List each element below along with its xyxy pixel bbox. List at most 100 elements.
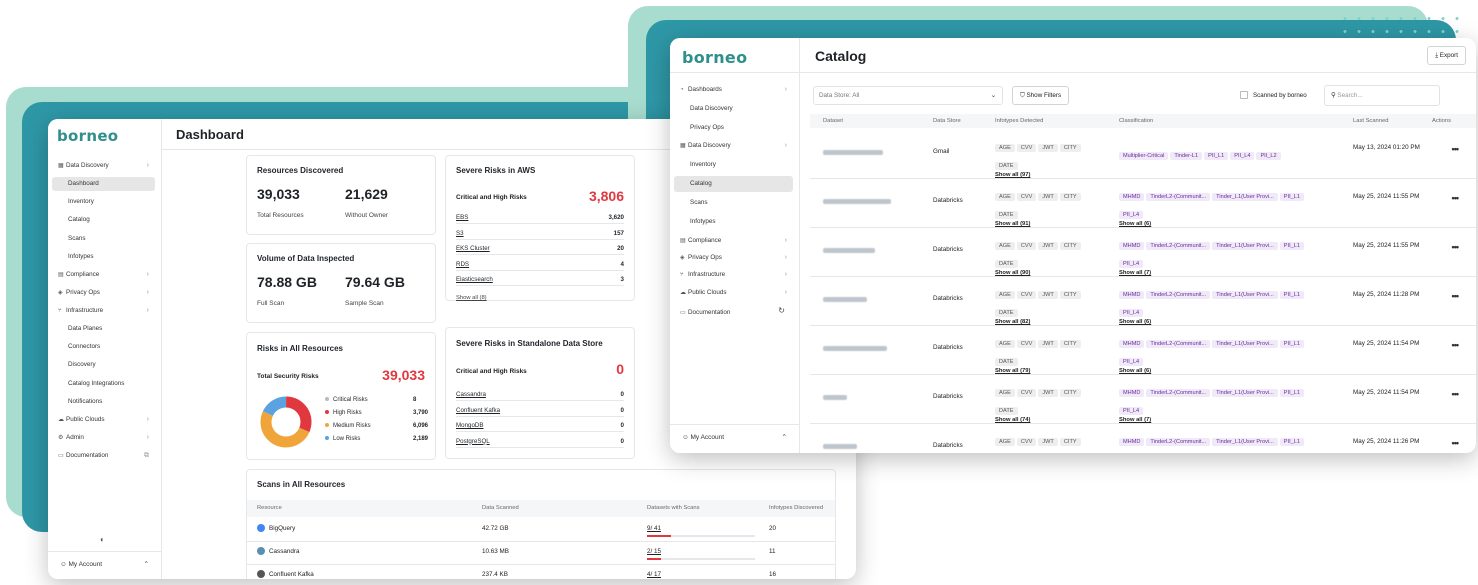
theme-toggle-icon[interactable]: ◐ <box>100 535 105 544</box>
row-actions-icon[interactable]: ••• <box>1452 438 1460 448</box>
show-filters-button[interactable]: ⛉ Show Filters <box>1012 86 1070 105</box>
list-item[interactable]: Confluent Kafka 0 <box>456 405 624 417</box>
borneo-logo[interactable]: borneo <box>682 48 747 67</box>
sidebar-item-infotypes[interactable]: Infotypes <box>52 250 155 264</box>
search-placeholder: Search... <box>1337 92 1363 99</box>
my-account-button[interactable]: ☺ My Account ⌃ <box>676 430 793 446</box>
sidebar-item-documentation[interactable]: ▭ Documentation <box>674 305 793 321</box>
full-scan-label: Full Scan <box>257 300 285 307</box>
sidebar-item-public-clouds[interactable]: ☁ Public Clouds › <box>674 285 793 301</box>
show-all-link[interactable]: Show all (8) <box>456 295 487 301</box>
clipboard-icon: ▤ <box>58 272 64 278</box>
dataset-name-redacted[interactable] <box>823 395 847 400</box>
dataset-name-redacted[interactable] <box>823 346 887 351</box>
doc-icon: ▭ <box>680 310 686 316</box>
sidebar-item-inventory[interactable]: Inventory <box>674 157 793 173</box>
sidebar-item-privacy-ops[interactable]: Privacy Ops <box>674 120 793 136</box>
list-item[interactable]: S3 157 <box>456 228 624 240</box>
sidebar-item-admin[interactable]: ⚙ Admin › <box>52 431 155 445</box>
list-item[interactable]: Elasticsearch 3 <box>456 274 624 286</box>
column-header: Infotypes Detected <box>995 118 1044 124</box>
sidebar-item-privacy-ops[interactable]: ◈ Privacy Ops › <box>52 286 155 300</box>
sidebar-item-scans[interactable]: Scans <box>674 195 793 211</box>
resource-link[interactable]: Elasticsearch <box>456 276 493 283</box>
search-input[interactable]: ⚲ Search... <box>1324 85 1440 106</box>
column-header: Infotypes Discovered <box>769 505 824 511</box>
list-item[interactable]: Cassandra 0 <box>456 389 624 401</box>
list-item[interactable]: PostgreSQL 0 <box>456 436 624 448</box>
list-item[interactable]: EKS Cluster 20 <box>456 243 624 255</box>
sidebar-item-label: Inventory <box>68 198 94 205</box>
risk-count: 0 <box>620 437 624 445</box>
sidebar-item-label: Notifications <box>68 398 103 405</box>
row-actions-icon[interactable]: ••• <box>1452 144 1460 154</box>
sidebar-item-documentation[interactable]: ▭ Documentation ⧉ <box>52 449 155 463</box>
dataset-name-redacted[interactable] <box>823 199 891 204</box>
sidebar-item-catalog-integrations[interactable]: Catalog Integrations <box>52 377 155 391</box>
data-scanned: 10.63 MB <box>482 548 509 555</box>
sidebar-item-label: Documentation <box>688 309 731 316</box>
branch-icon: ⑂ <box>58 308 62 314</box>
sidebar-item-label: Catalog <box>690 180 712 187</box>
sidebar-item-data-discovery[interactable]: Data Discovery <box>674 101 793 117</box>
datasets-with-scans[interactable]: 9/ 41 <box>647 525 661 532</box>
datasets-with-scans[interactable]: 4/ 17 <box>647 571 661 578</box>
sidebar-item-scans[interactable]: Scans <box>52 232 155 246</box>
legend-value: 8 <box>413 397 417 403</box>
resource-link[interactable]: Confluent Kafka <box>456 407 500 414</box>
list-item[interactable]: RDS 4 <box>456 259 624 271</box>
dataset-name-redacted[interactable] <box>823 297 867 302</box>
classification-tag: MHMD <box>1119 340 1145 348</box>
export-button[interactable]: ⤓ Export <box>1427 46 1466 65</box>
resource-link[interactable]: Cassandra <box>456 391 486 398</box>
infotype-tag: DATE <box>995 358 1018 366</box>
sidebar-item-notifications[interactable]: Notifications <box>52 395 155 409</box>
row-actions-icon[interactable]: ••• <box>1452 340 1460 350</box>
sidebar-item-infotypes[interactable]: Infotypes <box>674 214 793 230</box>
sidebar-item-discovery[interactable]: Discovery <box>52 358 155 372</box>
row-actions-icon[interactable]: ••• <box>1452 242 1460 252</box>
chevron-up-icon: ⌃ <box>143 561 149 568</box>
column-header: Datasets with Scans <box>647 505 700 511</box>
resource-link[interactable]: EKS Cluster <box>456 245 490 252</box>
list-item[interactable]: EBS 3,620 <box>456 212 624 224</box>
datasets-with-scans[interactable]: 2/ 15 <box>647 548 661 555</box>
sidebar-item-connectors[interactable]: Connectors <box>52 340 155 354</box>
dataset-name-redacted[interactable] <box>823 444 857 449</box>
external-link-icon: ⧉ <box>144 452 149 459</box>
scanned-by-checkbox[interactable] <box>1240 91 1248 99</box>
sidebar-item-infrastructure[interactable]: ⑂ Infrastructure › <box>52 304 155 318</box>
borneo-logo[interactable]: borneo <box>57 127 118 145</box>
row-actions-icon[interactable]: ••• <box>1452 389 1460 399</box>
my-account-button[interactable]: ☺ My Account ⌃ <box>54 557 155 573</box>
resource-link[interactable]: RDS <box>456 261 469 268</box>
classification-tag: Tinder_L1(User Provi... <box>1212 340 1278 348</box>
resource-link[interactable]: S3 <box>456 230 464 237</box>
resource-link[interactable]: MongoDB <box>456 422 484 429</box>
dataset-name-redacted[interactable] <box>823 150 883 155</box>
data-scanned: 42.72 GB <box>482 525 509 532</box>
sidebar-item-compliance[interactable]: ▤ Compliance › <box>674 233 793 249</box>
refresh-icon[interactable]: ↻ <box>778 306 785 315</box>
sidebar-item-data-discovery[interactable]: ▦ Data Discovery › <box>674 138 793 154</box>
resource-link[interactable]: EBS <box>456 214 468 221</box>
sidebar-item-compliance[interactable]: ▤ Compliance › <box>52 268 155 282</box>
sidebar-item-privacy-ops[interactable]: ◈ Privacy Ops › <box>674 250 793 266</box>
sidebar-item-catalog[interactable]: Catalog <box>52 213 155 227</box>
dataset-name-redacted[interactable] <box>823 248 875 253</box>
resource-link[interactable]: PostgreSQL <box>456 438 490 445</box>
sidebar-item-data-planes[interactable]: Data Planes <box>52 322 155 336</box>
sidebar-item-label: Infotypes <box>690 218 716 225</box>
sidebar-item-dashboards[interactable]: ◔ Dashboards › <box>674 82 793 98</box>
sidebar-item-dashboard[interactable]: Dashboard <box>52 177 155 191</box>
list-item[interactable]: MongoDB 0 <box>456 420 624 432</box>
row-actions-icon[interactable]: ••• <box>1452 193 1460 203</box>
data-store-value: Data Store: All <box>819 92 860 99</box>
sidebar-item-infrastructure[interactable]: ⑂ Infrastructure › <box>674 267 793 283</box>
sidebar-item-catalog[interactable]: Catalog <box>674 176 793 192</box>
data-store-select[interactable]: Data Store: All ⌄ <box>813 86 1003 105</box>
sidebar-item-public-clouds[interactable]: ☁ Public Clouds › <box>52 413 155 427</box>
sidebar-item-data-discovery[interactable]: ▦ Data Discovery › <box>52 159 155 173</box>
sidebar-item-inventory[interactable]: Inventory <box>52 195 155 209</box>
row-actions-icon[interactable]: ••• <box>1452 291 1460 301</box>
